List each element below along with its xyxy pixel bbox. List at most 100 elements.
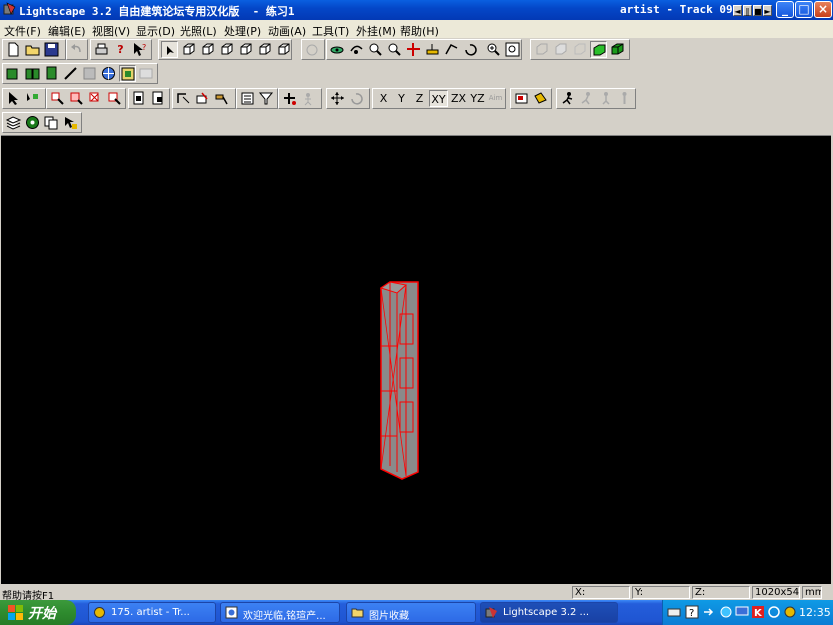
- axis-x-button[interactable]: X: [375, 90, 392, 107]
- track-pause-icon[interactable]: ‖: [743, 5, 752, 16]
- save-icon[interactable]: [43, 41, 60, 58]
- zoom-window-icon[interactable]: [367, 41, 384, 58]
- stand-disabled-icon[interactable]: [616, 90, 633, 107]
- select-arrow-icon[interactable]: [5, 90, 22, 107]
- arrow-tray-icon[interactable]: [701, 605, 715, 619]
- zoom-all-icon[interactable]: [504, 41, 521, 58]
- cube-view-2-icon[interactable]: [199, 41, 216, 58]
- rotate-disabled-icon[interactable]: [348, 90, 365, 107]
- task-pictures[interactable]: 图片收藏: [346, 602, 476, 623]
- tilt-icon[interactable]: [443, 41, 460, 58]
- edit-face-icon[interactable]: [175, 90, 192, 107]
- lightscape-app-icon[interactable]: [3, 2, 17, 16]
- paste-object-icon[interactable]: [150, 90, 167, 107]
- track-stop-icon[interactable]: ■: [753, 5, 762, 16]
- blocks-icon[interactable]: [24, 65, 41, 82]
- render-disabled-icon[interactable]: [138, 65, 155, 82]
- camera-disabled-icon[interactable]: [304, 41, 321, 58]
- menu-file[interactable]: 文件(F): [4, 23, 41, 39]
- deselect-all-icon[interactable]: [106, 90, 123, 107]
- cube-view-4-icon[interactable]: [237, 41, 254, 58]
- plane-yz-button[interactable]: YZ: [468, 90, 487, 107]
- zoom-icon[interactable]: [386, 41, 403, 58]
- rotate-icon[interactable]: [462, 41, 479, 58]
- eye-icon[interactable]: [329, 41, 346, 58]
- paint-material-icon[interactable]: [213, 90, 230, 107]
- volume-icon[interactable]: [783, 605, 797, 619]
- pan-icon[interactable]: [405, 41, 422, 58]
- solid-shading-icon[interactable]: [590, 41, 607, 58]
- edit-surface-icon[interactable]: [194, 90, 211, 107]
- cube-view-1-icon[interactable]: [180, 41, 197, 58]
- add-point-icon[interactable]: [281, 90, 298, 107]
- select-tree-icon[interactable]: [24, 90, 41, 107]
- copy-object-icon[interactable]: [131, 90, 148, 107]
- walk-disabled-2-icon[interactable]: [597, 90, 614, 107]
- add-person-disabled-icon[interactable]: [300, 90, 317, 107]
- move-icon[interactable]: [329, 90, 346, 107]
- axis-z-button[interactable]: Z: [411, 90, 428, 107]
- 3d-viewport[interactable]: [1, 135, 831, 584]
- hidden-line-disabled-icon[interactable]: [552, 41, 569, 58]
- menu-process[interactable]: 处理(P): [224, 23, 261, 39]
- plane-zx-button[interactable]: ZX: [449, 90, 468, 107]
- menu-light[interactable]: 光照(L): [180, 23, 217, 39]
- menu-help[interactable]: 帮助(H): [400, 23, 439, 39]
- gray-box-icon[interactable]: [81, 65, 98, 82]
- open-folder-icon[interactable]: [24, 41, 41, 58]
- copy-layer-icon[interactable]: [43, 114, 60, 131]
- new-file-icon[interactable]: [5, 41, 22, 58]
- globe-icon[interactable]: [100, 65, 117, 82]
- menu-display[interactable]: 显示(D): [136, 23, 175, 39]
- minimize-button[interactable]: _: [776, 1, 794, 18]
- track-next-icon[interactable]: ►: [763, 5, 772, 16]
- task-lightscape[interactable]: Lightscape 3.2 ...: [480, 602, 618, 623]
- list-icon[interactable]: [239, 90, 256, 107]
- pick-object-icon[interactable]: [62, 114, 79, 131]
- deselect-icon[interactable]: [87, 90, 104, 107]
- monitor-icon[interactable]: [735, 605, 749, 619]
- filter-icon[interactable]: [258, 90, 275, 107]
- keyboard-icon[interactable]: [667, 605, 681, 619]
- plane-xy-button[interactable]: XY: [429, 90, 448, 107]
- textured-shading-icon[interactable]: [609, 41, 626, 58]
- print-icon[interactable]: [93, 41, 110, 58]
- antivirus-icon[interactable]: K: [751, 605, 765, 619]
- menu-view[interactable]: 视图(V): [92, 23, 130, 39]
- help-tray-icon[interactable]: ?: [685, 605, 699, 619]
- select-add-icon[interactable]: [49, 90, 66, 107]
- close-button[interactable]: ×: [814, 1, 832, 18]
- axis-y-button[interactable]: Y: [393, 90, 410, 107]
- frame-icon[interactable]: [119, 65, 136, 82]
- sync-icon[interactable]: [767, 605, 781, 619]
- layer-stack-icon[interactable]: [5, 114, 22, 131]
- select-window-icon[interactable]: [68, 90, 85, 107]
- aim-button[interactable]: Aim: [487, 90, 504, 107]
- undo-icon[interactable]: [68, 41, 85, 58]
- walk-disabled-1-icon[interactable]: [578, 90, 595, 107]
- orbit-icon[interactable]: [348, 41, 365, 58]
- network-icon[interactable]: [719, 605, 733, 619]
- maximize-button[interactable]: □: [795, 1, 813, 18]
- zoom-extents-icon[interactable]: [485, 41, 502, 58]
- help-icon[interactable]: ?: [112, 41, 129, 58]
- dolly-icon[interactable]: [424, 41, 441, 58]
- menu-edit[interactable]: 编辑(E): [48, 23, 86, 39]
- cube-view-5-icon[interactable]: [256, 41, 273, 58]
- measure-icon[interactable]: [62, 65, 79, 82]
- cube-view-3-icon[interactable]: [218, 41, 235, 58]
- track-prev-icon[interactable]: ◄: [733, 5, 742, 16]
- task-artist[interactable]: 175. artist - Tr...: [88, 602, 216, 623]
- materials-icon[interactable]: [43, 65, 60, 82]
- wireframe-disabled-icon[interactable]: [533, 41, 550, 58]
- walk-icon[interactable]: [559, 90, 576, 107]
- task-browser[interactable]: 欢迎光临,铭瑄产...: [220, 602, 340, 623]
- preview-icon[interactable]: [513, 90, 530, 107]
- context-help-icon[interactable]: ?: [131, 41, 148, 58]
- select-view-icon[interactable]: [161, 41, 178, 58]
- menu-animate[interactable]: 动画(A): [268, 23, 306, 39]
- light-icon[interactable]: [532, 90, 549, 107]
- menu-tools[interactable]: 工具(T): [312, 23, 349, 39]
- menu-plugins[interactable]: 外挂(M): [356, 23, 396, 39]
- start-button[interactable]: 开始: [0, 600, 76, 625]
